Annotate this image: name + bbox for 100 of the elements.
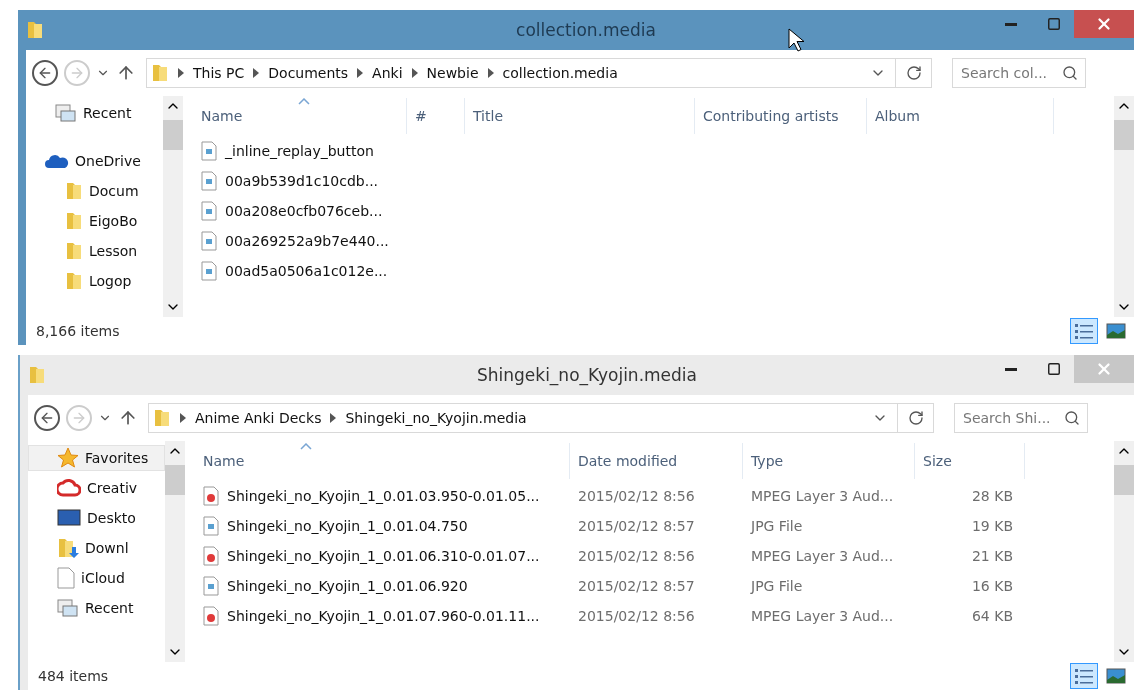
details-list-icon <box>1074 322 1094 340</box>
file-row[interactable]: Shingeki_no_Kyojin_1_0.01.03.950-0.01.05... 2015/02/12 8:56 MPEG Layer 3 Aud... 28 KB <box>195 481 1114 511</box>
file-detail: 2015/02/12 8:56 <box>577 608 696 624</box>
scrollbar-thumb[interactable] <box>163 120 183 150</box>
search-field[interactable]: Search col... <box>952 58 1086 88</box>
close-icon <box>1095 15 1113 33</box>
breadcrumb-item[interactable]: This PC <box>193 65 245 81</box>
sidebar-item[interactable]: Deskto <box>28 505 165 531</box>
address-bar[interactable]: Anime Anki Decks Shingeki_no_Kyojin.media <box>148 403 934 433</box>
breadcrumb-arrow-icon <box>357 68 364 78</box>
recent-places-icon <box>57 598 79 618</box>
file-row[interactable]: Shingeki_no_Kyojin_1_0.01.06.920 2015/02/12 8:57 JPG File 16 KB <box>195 571 1114 601</box>
desktop-icon <box>57 509 81 527</box>
download-folder-icon <box>57 537 79 559</box>
maximize-icon <box>1047 362 1061 376</box>
recent-places-icon <box>55 103 77 123</box>
column-header[interactable]: Date modified <box>570 443 743 479</box>
file-detail: 2015/02/12 8:56 <box>577 488 696 504</box>
sidebar-item[interactable]: Favorites <box>28 445 165 471</box>
file-detail: 16 KB <box>970 578 1014 594</box>
sort-caret-icon <box>298 98 310 105</box>
column-header[interactable]: Contributing artists <box>695 98 867 134</box>
audio-file-icon <box>203 546 219 566</box>
column-header[interactable]: Name <box>193 98 407 134</box>
file-name: Shingeki_no_Kyojin_1_0.01.06.920 <box>195 576 570 596</box>
cloud-icon <box>45 153 69 169</box>
folder-icon <box>28 365 46 385</box>
details-list-icon <box>1074 667 1094 685</box>
file-row[interactable]: _inline_replay_button <box>193 136 1114 166</box>
column-header[interactable]: Name <box>195 443 570 479</box>
sidebar-item[interactable]: iCloud <box>28 565 165 591</box>
file-row[interactable]: Shingeki_no_Kyojin_1_0.01.06.310-0.01.07... 2015/02/12 8:56 MPEG Layer 3 Aud... 21 KB <box>195 541 1114 571</box>
refresh-icon <box>905 65 922 81</box>
file-row[interactable]: Shingeki_no_Kyojin_1_0.01.07.960-0.01.11... 2015/02/12 8:56 MPEG Layer 3 Aud... 64 KB <box>195 601 1114 631</box>
scrollbar-thumb[interactable] <box>1114 120 1134 150</box>
image-file-icon <box>201 231 217 251</box>
file-row[interactable]: 00a9b539d1c10cdb... <box>193 166 1114 196</box>
back-button[interactable] <box>32 60 58 86</box>
image-file-icon <box>201 261 217 281</box>
sidebar-item[interactable]: Creativ <box>28 475 165 501</box>
breadcrumb-arrow-icon <box>180 413 186 423</box>
file-detail: MPEG Layer 3 Aud... <box>750 548 895 564</box>
sidebar-item[interactable]: Downl <box>28 535 165 561</box>
list-scrollbar[interactable] <box>1114 441 1134 662</box>
image-file-icon <box>201 201 217 221</box>
file-detail: 28 KB <box>970 488 1014 504</box>
file-detail: JPG File <box>749 578 804 594</box>
scrollbar-thumb[interactable] <box>1114 465 1134 495</box>
breadcrumb-item[interactable]: Anki <box>372 65 403 81</box>
folder-icon <box>26 20 44 40</box>
details-view-button[interactable] <box>1070 663 1098 689</box>
breadcrumb-item[interactable]: Shingeki_no_Kyojin.media <box>345 410 527 426</box>
breadcrumb-item[interactable]: Documents <box>268 65 349 81</box>
column-header[interactable]: Album <box>867 98 1054 134</box>
address-bar[interactable]: This PC Documents Anki Newbie collection.media <box>146 58 932 88</box>
file-detail: 2015/02/12 8:57 <box>577 518 696 534</box>
creative-cloud-icon <box>57 478 81 498</box>
file-detail: 19 KB <box>970 518 1014 534</box>
file-row[interactable]: Shingeki_no_Kyojin_1_0.01.04.750 2015/02/12 8:57 JPG File 19 KB <box>195 511 1114 541</box>
file-detail: MPEG Layer 3 Aud... <box>750 608 895 624</box>
file-detail: 64 KB <box>970 608 1014 624</box>
close-icon <box>1095 360 1113 378</box>
search-icon <box>1062 65 1078 81</box>
breadcrumb-item[interactable]: Anime Anki Decks <box>195 410 322 426</box>
column-header[interactable]: Type <box>743 443 915 479</box>
blank-page-icon <box>57 567 75 589</box>
minimize-icon <box>1005 22 1017 26</box>
file-row[interactable]: 00a269252a9b7e440... <box>193 226 1114 256</box>
column-header[interactable]: Size <box>915 443 1025 479</box>
sidebar-item[interactable]: Lesson <box>26 238 163 264</box>
sidebar-scrollbar[interactable] <box>163 96 183 317</box>
sidebar-scrollbar[interactable] <box>165 441 185 662</box>
column-header[interactable]: # <box>407 98 465 134</box>
close-button[interactable] <box>1074 10 1134 38</box>
sidebar-item[interactable]: EigoBo <box>26 208 163 234</box>
sidebar-item[interactable]: Recent <box>28 595 165 621</box>
scrollbar-thumb[interactable] <box>165 465 185 495</box>
file-row[interactable]: 00a208e0cfb076ceb... <box>193 196 1114 226</box>
refresh-icon <box>907 410 924 426</box>
folder-icon <box>65 181 83 201</box>
file-row[interactable]: 00ad5a0506a1c012e... <box>193 256 1114 286</box>
breadcrumb-arrow-icon <box>178 68 184 78</box>
details-view-button[interactable] <box>1070 318 1098 344</box>
image-file-icon <box>203 576 219 596</box>
image-file-icon <box>201 171 217 191</box>
sidebar-item[interactable]: OneDrive <box>26 148 163 174</box>
sidebar-item[interactable]: Docum <box>26 178 163 204</box>
breadcrumb-item[interactable]: collection.media <box>502 65 618 81</box>
back-button[interactable] <box>34 405 60 431</box>
sidebar-item[interactable]: Recent <box>26 100 163 126</box>
folder-icon <box>153 408 171 428</box>
breadcrumb-item[interactable]: Newbie <box>426 65 479 81</box>
list-scrollbar[interactable] <box>1114 96 1134 317</box>
landscape-picture-icon <box>1106 668 1126 684</box>
sidebar-item[interactable]: Logop <box>26 268 163 294</box>
folder-icon <box>65 271 83 291</box>
image-file-icon <box>203 516 219 536</box>
search-field[interactable]: Search Shi... <box>954 403 1088 433</box>
column-header[interactable]: Title <box>465 98 695 134</box>
breadcrumb-arrow-icon <box>411 68 418 78</box>
